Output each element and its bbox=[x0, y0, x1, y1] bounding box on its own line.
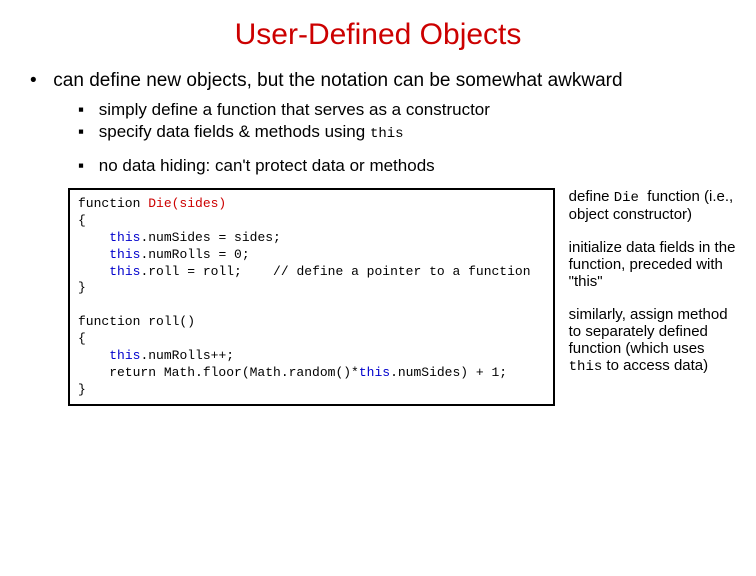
code-l11a: return Math.floor(Math.random()* bbox=[78, 365, 359, 380]
note-1a: define bbox=[569, 188, 614, 205]
square-bullet-icon: ▪ bbox=[78, 122, 94, 142]
code-l8: function roll() bbox=[78, 314, 195, 329]
code-l11b: this bbox=[359, 365, 390, 380]
sub-bullet-list-1: ▪ simply define a function that serves a… bbox=[78, 100, 736, 176]
bullet-dot: • bbox=[30, 70, 48, 92]
side-notes: define Die function (i.e., object constr… bbox=[569, 188, 736, 406]
code-l4c: .numRolls = 0; bbox=[140, 247, 249, 262]
main-bullet-text: can define new objects, but the notation… bbox=[53, 70, 733, 92]
this-keyword: this bbox=[370, 126, 404, 142]
note-3c: to access data) bbox=[602, 357, 708, 374]
note-3: similarly, assign method to separately d… bbox=[569, 306, 736, 375]
sub-bullet-1b-text: specify data fields & methods using this bbox=[99, 122, 404, 142]
code-l10c: .numRolls++; bbox=[140, 348, 234, 363]
code-l1b: Die(sides) bbox=[148, 196, 226, 211]
code-l3b: this bbox=[109, 230, 140, 245]
sub-bullet-1a-text: simply define a function that serves as … bbox=[99, 100, 490, 120]
code-l1a: function bbox=[78, 196, 148, 211]
sub-bullet-1a: ▪ simply define a function that serves a… bbox=[78, 100, 736, 120]
content-row: function Die(sides) { this.numSides = si… bbox=[68, 188, 736, 406]
slide-title: User-Defined Objects bbox=[20, 18, 736, 52]
code-l6: } bbox=[78, 280, 86, 295]
sub-bullet-1b: ▪ specify data fields & methods using th… bbox=[78, 122, 736, 142]
code-l11c: .numSides) + 1; bbox=[390, 365, 507, 380]
square-bullet-icon: ▪ bbox=[78, 100, 94, 120]
square-bullet-icon: ▪ bbox=[78, 156, 94, 176]
sub-bullet-2-text: no data hiding: can't protect data or me… bbox=[99, 156, 435, 176]
code-l9: { bbox=[78, 331, 86, 346]
code-l5c: .roll = roll; // define a pointer to a f… bbox=[140, 264, 530, 279]
main-bullet: • can define new objects, but the notati… bbox=[30, 70, 736, 92]
sub-bullet-2: ▪ no data hiding: can't protect data or … bbox=[78, 156, 736, 176]
note-2: initialize data fields in the function, … bbox=[569, 239, 736, 290]
code-l5b: this bbox=[109, 264, 140, 279]
note-3-code: this bbox=[569, 359, 603, 375]
code-l5a bbox=[78, 264, 109, 279]
sub-bullet-1b-pre: specify data fields & methods using bbox=[99, 122, 370, 141]
code-l2: { bbox=[78, 213, 86, 228]
code-l4b: this bbox=[109, 247, 140, 262]
code-l10b: this bbox=[109, 348, 140, 363]
code-l12: } bbox=[78, 382, 86, 397]
code-l4a bbox=[78, 247, 109, 262]
code-l3c: .numSides = sides; bbox=[140, 230, 280, 245]
note-3a: similarly, assign method to separately d… bbox=[569, 306, 728, 357]
note-1: define Die function (i.e., object constr… bbox=[569, 188, 736, 223]
code-l3a bbox=[78, 230, 109, 245]
note-1-code: Die bbox=[614, 190, 648, 206]
code-box: function Die(sides) { this.numSides = si… bbox=[68, 188, 555, 406]
code-l10a bbox=[78, 348, 109, 363]
